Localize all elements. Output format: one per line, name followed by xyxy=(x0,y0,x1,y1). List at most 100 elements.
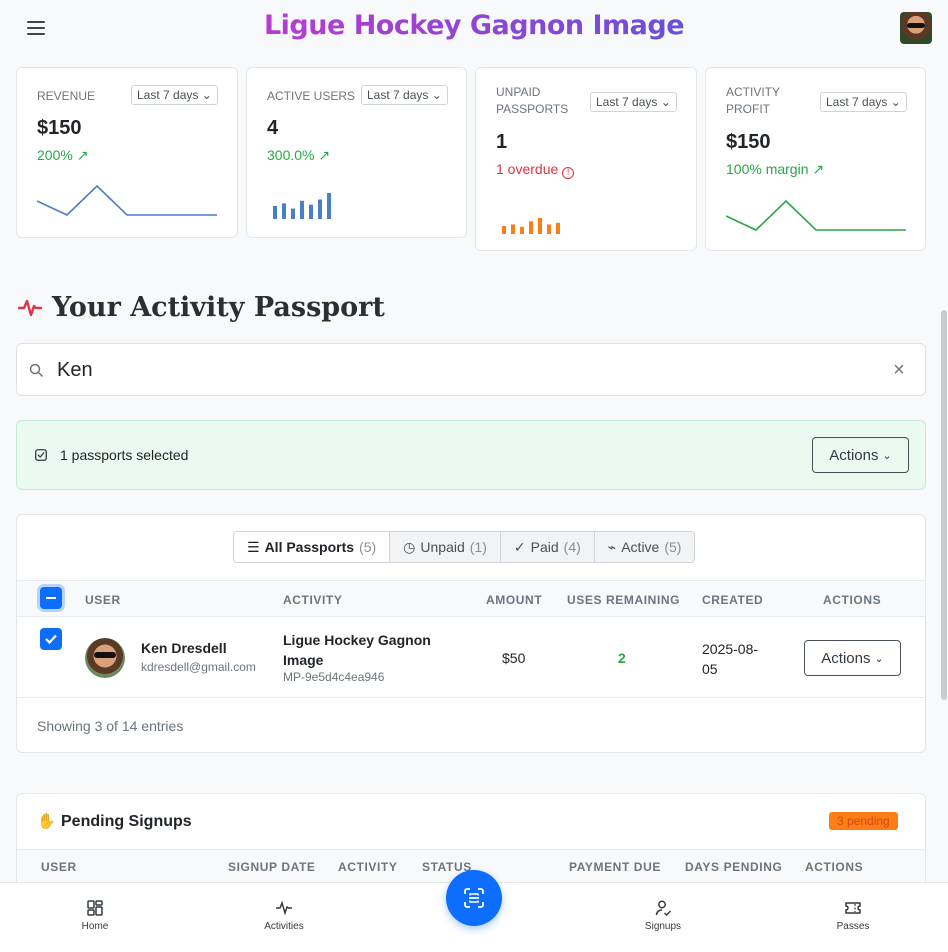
filter-tabs: ☰ All Passports (5) ◷ Unpaid (1) ✓ Paid (4)… xyxy=(233,531,696,563)
stat-value: $150 xyxy=(726,131,771,153)
dashboard-icon xyxy=(87,900,103,916)
stat-label: REVENUE xyxy=(37,89,96,103)
stat-value: $150 xyxy=(37,117,82,139)
nav-passes[interactable]: Passes xyxy=(808,899,898,932)
search-box: × xyxy=(16,343,926,396)
trend-up-icon: ↗ xyxy=(76,147,89,163)
chart-bar xyxy=(300,200,304,219)
profit-sparkline xyxy=(726,199,906,231)
trend-up-icon: ↗ xyxy=(318,147,331,163)
heartbeat-icon xyxy=(18,299,42,316)
clock-icon: ◷ xyxy=(403,538,416,555)
col-activity: ACTIVITY xyxy=(283,593,343,607)
chart-bar xyxy=(282,203,286,219)
nav-activities[interactable]: Activities xyxy=(239,899,329,932)
alert-circle-icon: ! xyxy=(562,167,575,179)
selection-count: 1 passports selected xyxy=(60,447,189,463)
pending-title: Pending Signups xyxy=(61,813,192,830)
user-name: Ken Dresdell xyxy=(141,640,227,656)
chart-bar xyxy=(538,218,542,234)
pending-col-days-pending: DAYS PENDING xyxy=(685,860,783,874)
chart-bar xyxy=(520,226,524,234)
revenue-sparkline xyxy=(37,184,217,216)
range-dropdown[interactable]: Last 7 days ⌄ xyxy=(131,85,218,105)
scan-button[interactable] xyxy=(446,870,502,926)
amount-value: $50 xyxy=(502,650,526,666)
chart-bar xyxy=(291,208,295,219)
col-created: CREATED xyxy=(702,593,764,607)
pulse-icon: ⌁ xyxy=(607,538,617,555)
revenue-card: REVENUE Last 7 days ⌄ $150 200% ↗ xyxy=(16,67,238,238)
stat-change: 200% ↗ xyxy=(37,147,89,163)
search-input[interactable] xyxy=(57,354,877,386)
list-icon: ☰ xyxy=(247,538,260,555)
activity-profit-card: ACTIVITY PROFIT Last 7 days ⌄ $150 100% … xyxy=(705,67,926,251)
stat-label: ACTIVE USERS xyxy=(267,89,356,103)
tab-active[interactable]: ⌁ Active (5) xyxy=(595,532,695,562)
user-check-icon xyxy=(655,900,672,917)
nav-home[interactable]: Home xyxy=(50,899,140,932)
page-scrollbar[interactable] xyxy=(941,310,947,700)
col-uses-remaining: USES REMAINING xyxy=(567,593,681,607)
pulse-icon xyxy=(276,900,292,916)
avatar xyxy=(85,638,125,678)
hand-icon: ✋ xyxy=(37,813,56,830)
checkbox-checked-icon xyxy=(35,449,47,461)
search-icon xyxy=(29,363,44,378)
chart-bar xyxy=(502,226,506,234)
stat-overdue: 1 overdue ! xyxy=(496,161,575,179)
select-all-checkbox[interactable] xyxy=(40,587,62,609)
active-users-card: ACTIVE USERS Last 7 days ⌄ 4 300.0% ↗ xyxy=(246,67,467,238)
pending-badge: 3 pending xyxy=(829,812,898,830)
unpaid-passports-card: UNPAID PASSPORTS Last 7 days ⌄ 1 1 overd… xyxy=(475,67,697,251)
tab-unpaid[interactable]: ◷ Unpaid (1) xyxy=(390,532,501,562)
ticket-icon xyxy=(845,902,861,914)
stat-value: 1 xyxy=(496,131,508,153)
brand-title: Ligue Hockey Gagnon Image xyxy=(263,10,685,41)
range-dropdown[interactable]: Last 7 days ⌄ xyxy=(590,92,677,112)
table-header-row xyxy=(17,580,925,617)
selection-bar: 1 passports selected Actions ⌄ xyxy=(16,420,926,490)
col-user: USER xyxy=(85,593,121,607)
chart-bar xyxy=(547,224,551,234)
pending-col-payment-due: PAYMENT DUE xyxy=(569,860,661,874)
chart-bar xyxy=(511,224,515,234)
chart-bar xyxy=(529,221,533,234)
range-dropdown[interactable]: Last 7 days ⌄ xyxy=(820,92,907,112)
stat-label: ACTIVITY PROFIT xyxy=(726,85,780,116)
range-dropdown[interactable]: Last 7 days ⌄ xyxy=(361,85,448,105)
check-circle-icon: ✓ xyxy=(513,538,526,555)
user-email: kdresdell@gmail.com xyxy=(141,660,256,674)
stat-label: UNPAID PASSPORTS xyxy=(496,85,569,116)
stat-margin: 100% margin ↗ xyxy=(726,161,825,177)
tab-all-passports[interactable]: ☰ All Passports (5) xyxy=(234,532,391,562)
table-row[interactable] xyxy=(17,617,925,698)
top-header: Ligue Hockey Gagnon Image xyxy=(0,0,948,56)
chart-bar xyxy=(318,199,322,219)
row-checkbox[interactable] xyxy=(40,628,62,650)
tab-paid[interactable]: ✓ Paid (4) xyxy=(501,532,595,562)
row-actions-button[interactable]: Actions ⌄ xyxy=(804,640,901,676)
col-amount: AMOUNT xyxy=(486,593,543,607)
trend-up-icon: ↗ xyxy=(812,161,825,177)
user-avatar[interactable] xyxy=(900,12,932,44)
stat-value: 4 xyxy=(267,117,279,139)
nav-signups[interactable]: Signups xyxy=(618,899,708,932)
uses-remaining-value: 2 xyxy=(618,650,626,666)
chart-bar xyxy=(309,204,313,219)
stat-change: 300.0% ↗ xyxy=(267,147,331,163)
clear-search-icon[interactable]: × xyxy=(889,360,909,380)
bulk-actions-button[interactable]: Actions ⌄ xyxy=(812,437,909,473)
users-bar-chart xyxy=(273,193,331,219)
activity-name: Ligue Hockey Gagnon Image xyxy=(283,632,431,668)
created-date: 2025-08-05 xyxy=(702,641,759,677)
pending-col-user: USER xyxy=(41,860,77,874)
table-footer: Showing 3 of 14 entries xyxy=(37,718,184,734)
chart-bar xyxy=(327,193,331,219)
page-title: Your Activity Passport xyxy=(18,292,385,323)
pending-col-actions: ACTIONS xyxy=(805,860,864,874)
pending-col-activity: ACTIVITY xyxy=(338,860,398,874)
chart-bar xyxy=(556,222,560,234)
pending-col-signup-date: SIGNUP DATE xyxy=(228,860,316,874)
scan-icon xyxy=(464,888,484,908)
